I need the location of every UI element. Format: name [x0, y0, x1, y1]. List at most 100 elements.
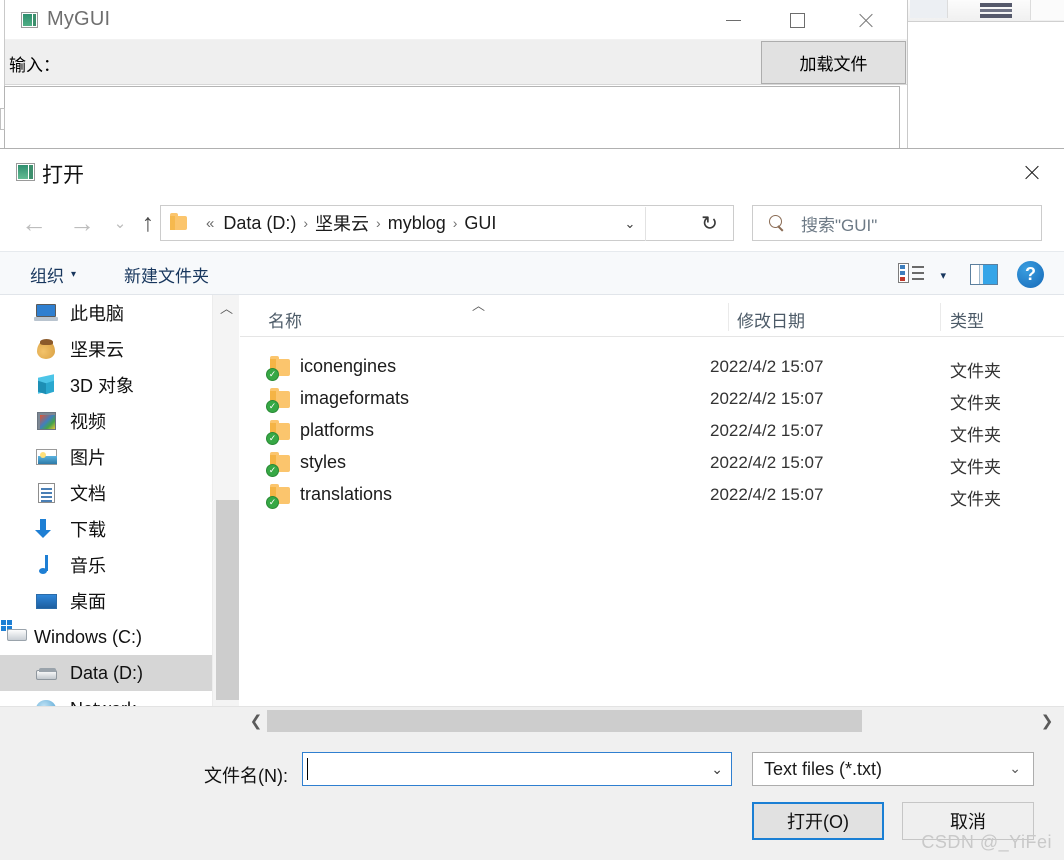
sidebar-item-label: Windows (C:): [34, 626, 143, 647]
view-options-icon[interactable]: [898, 263, 924, 285]
sidebar-item-pictures[interactable]: 图片: [0, 439, 212, 475]
dialog-body: 此电脑 坚果云 3D 对象 视频 图片 文档 下载 音乐 桌面 Windows …: [0, 295, 1064, 745]
column-divider[interactable]: [728, 303, 729, 331]
back-button[interactable]: ←: [14, 203, 54, 243]
close-icon: [857, 12, 874, 29]
column-header-date[interactable]: 修改日期: [737, 307, 805, 332]
app-icon: [21, 12, 38, 28]
load-file-button[interactable]: 加载文件: [761, 41, 906, 84]
sidebar-item-windows-c[interactable]: Windows (C:): [0, 619, 212, 655]
file-date: 2022/4/2 15:07: [710, 485, 824, 504]
sidebar-item-videos[interactable]: 视频: [0, 403, 212, 439]
sidebar-item-label: 下载: [70, 520, 106, 540]
dialog-navigation-bar: ← → ⌄ ↑ « Data (D:) › 坚果云 › myblog › GUI…: [0, 195, 1064, 251]
breadcrumb-item-1[interactable]: 坚果云: [315, 210, 369, 236]
file-name: iconengines: [300, 356, 397, 376]
sidebar-item-nutstore[interactable]: 坚果云: [0, 331, 212, 367]
new-folder-button[interactable]: 新建文件夹: [124, 262, 209, 287]
sync-ok-icon: ✓: [266, 496, 279, 509]
help-icon[interactable]: ?: [1017, 261, 1044, 288]
sync-ok-icon: ✓: [266, 368, 279, 381]
forward-button[interactable]: →: [62, 203, 102, 243]
scroll-right-icon[interactable]: ❯: [1036, 707, 1058, 735]
navigation-pane: 此电脑 坚果云 3D 对象 视频 图片 文档 下载 音乐 桌面 Windows …: [0, 295, 212, 745]
sidebar-item-label: Data (D:): [70, 662, 144, 683]
refresh-button[interactable]: ↻: [686, 205, 734, 241]
chevron-right-icon: ›: [303, 215, 309, 231]
close-button[interactable]: [833, 0, 897, 40]
file-type-filter-select[interactable]: Text files (*.txt) ⌄: [752, 752, 1034, 786]
mygui-title-text: MyGUI: [47, 8, 111, 30]
scrollbar-thumb[interactable]: [267, 710, 862, 732]
file-list-header: ︿ 名称 修改日期 类型: [240, 295, 1064, 337]
footer-left-fill: [0, 706, 240, 734]
chevron-down-icon[interactable]: ⌄: [620, 215, 640, 233]
background-ribbon-tab-right[interactable]: [1030, 0, 1064, 20]
file-date: 2022/4/2 15:07: [710, 453, 824, 472]
drive-icon: [34, 662, 60, 684]
table-row[interactable]: ✓ iconengines 2022/4/2 15:07 文件夹: [240, 353, 1064, 385]
file-list-horizontal-scrollbar[interactable]: ❮ ❯: [240, 706, 1064, 734]
sidebar-item-desktop[interactable]: 桌面: [0, 583, 212, 619]
scroll-up-icon[interactable]: ︿: [213, 295, 240, 319]
sidebar-item-label: 文档: [70, 484, 106, 504]
sync-ok-icon: ✓: [266, 432, 279, 445]
column-header-name[interactable]: 名称: [268, 307, 302, 332]
sidebar-item-data-d[interactable]: Data (D:): [0, 655, 212, 691]
computer-icon: [34, 302, 60, 324]
navigation-pane-scrollbar[interactable]: ︿ ﹀: [212, 295, 239, 745]
dialog-titlebar[interactable]: 打开: [0, 149, 1064, 195]
breadcrumb-overflow[interactable]: «: [206, 215, 214, 232]
filename-input[interactable]: ⌄: [302, 752, 732, 786]
mygui-output-textarea[interactable]: [4, 86, 900, 151]
sidebar-item-this-pc[interactable]: 此电脑: [0, 295, 212, 331]
breadcrumb-item-0[interactable]: Data (D:): [223, 213, 296, 234]
search-input[interactable]: 搜索"GUI": [752, 205, 1042, 241]
scroll-left-icon[interactable]: ❮: [245, 707, 267, 735]
table-row[interactable]: ✓ translations 2022/4/2 15:07 文件夹: [240, 481, 1064, 513]
chevron-down-icon[interactable]: ⌄: [711, 761, 723, 778]
file-type-filter-value: Text files (*.txt): [764, 758, 883, 779]
column-divider[interactable]: [940, 303, 941, 331]
input-label: 输入：: [9, 56, 60, 75]
dialog-app-icon: [16, 163, 35, 181]
dialog-close-button[interactable]: [1006, 151, 1056, 193]
sidebar-item-music[interactable]: 音乐: [0, 547, 212, 583]
search-placeholder: 搜索"GUI": [801, 215, 878, 235]
open-button[interactable]: 打开(O): [752, 802, 884, 840]
organize-menu-button[interactable]: 组织 ▾: [30, 262, 76, 287]
breadcrumb-item-2[interactable]: myblog: [388, 213, 446, 234]
minimize-button[interactable]: [701, 0, 765, 40]
table-row[interactable]: ✓ styles 2022/4/2 15:07 文件夹: [240, 449, 1064, 481]
sidebar-item-documents[interactable]: 文档: [0, 475, 212, 511]
file-list: ︿ 名称 修改日期 类型 ✓ iconengines 2022/4/2 15:0…: [240, 295, 1064, 745]
chevron-down-icon: ▾: [71, 269, 77, 280]
watermark: CSDN @_YiFei: [921, 832, 1052, 852]
column-header-type[interactable]: 类型: [950, 307, 984, 332]
breadcrumb[interactable]: « Data (D:) › 坚果云 › myblog › GUI ⌄: [160, 205, 687, 241]
sidebar-item-label: 图片: [70, 448, 106, 468]
sidebar-item-label: 音乐: [70, 556, 106, 576]
menu-icon[interactable]: [980, 3, 1012, 19]
chevron-right-icon: ›: [376, 215, 381, 231]
downloads-icon: [34, 518, 60, 540]
file-name: styles: [300, 452, 347, 472]
background-ribbon-tab-left[interactable]: [910, 0, 948, 18]
mygui-titlebar[interactable]: MyGUI: [5, 0, 907, 40]
breadcrumb-divider: [645, 207, 646, 241]
sidebar-item-3d-objects[interactable]: 3D 对象: [0, 367, 212, 403]
table-row[interactable]: ✓ imageformats 2022/4/2 15:07 文件夹: [240, 385, 1064, 417]
close-icon: [1023, 164, 1040, 181]
sidebar-item-label: 3D 对象: [70, 376, 135, 396]
breadcrumb-item-3[interactable]: GUI: [464, 213, 496, 234]
sidebar-item-downloads[interactable]: 下载: [0, 511, 212, 547]
pictures-icon: [34, 446, 60, 468]
scrollbar-thumb[interactable]: [216, 500, 239, 700]
file-type: 文件夹: [950, 490, 1001, 509]
maximize-button[interactable]: [765, 0, 829, 40]
preview-pane-icon[interactable]: [970, 264, 998, 285]
filename-label: 文件名(N):: [204, 766, 288, 786]
view-options-caret-icon[interactable]: ▾: [940, 269, 946, 282]
table-row[interactable]: ✓ platforms 2022/4/2 15:07 文件夹: [240, 417, 1064, 449]
sidebar-item-label: 坚果云: [70, 340, 124, 360]
